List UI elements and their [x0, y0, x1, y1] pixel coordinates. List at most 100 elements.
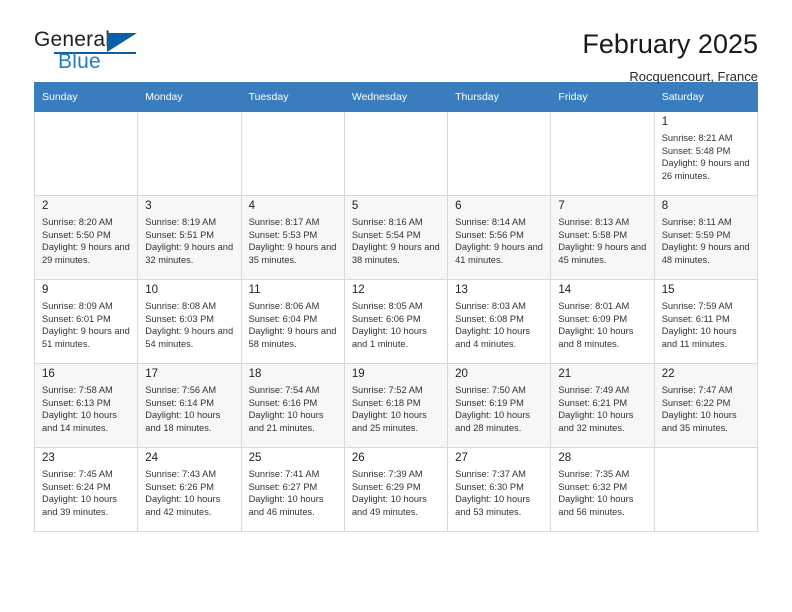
calendar-cell-content: 26 Sunrise: 7:39 AM Sunset: 6:29 PM Dayligh…: [345, 448, 447, 531]
day-number: 3: [145, 200, 152, 212]
calendar-day-cell[interactable]: 7 Sunrise: 8:13 AM Sunset: 5:58 PM Daylight…: [550, 195, 655, 280]
calendar-day-cell[interactable]: 13 Sunrise: 8:03 AM Sunset: 6:08 PM Dayligh…: [447, 279, 552, 364]
calendar-cell-content: 21 Sunrise: 7:49 AM Sunset: 6:21 PM Dayligh…: [551, 364, 653, 447]
sunset-text: Sunset: 6:04 PM: [248, 313, 318, 324]
calendar-day-cell[interactable]: 16 Sunrise: 7:58 AM Sunset: 6:13 PM Dayligh…: [33, 363, 139, 448]
day-number: 25: [248, 452, 262, 464]
day-number: 12: [351, 284, 365, 296]
sunset-text: Sunset: 6:27 PM: [248, 481, 318, 492]
daylight-text: Daylight: 10 hours and 25 minutes.: [351, 410, 427, 433]
day-number: 18: [248, 368, 262, 380]
calendar-week-row: 2 Sunrise: 8:20 AM Sunset: 5:50 PM Daylight…: [33, 195, 759, 280]
calendar-cell-content: 2 Sunrise: 8:20 AM Sunset: 5:50 PM Daylight…: [35, 196, 137, 279]
day-number: 5: [351, 200, 359, 212]
day-number: 20: [455, 368, 468, 380]
day-number: 13: [455, 284, 468, 296]
calendar-day-cell[interactable]: 2 Sunrise: 8:20 AM Sunset: 5:50 PM Daylight…: [33, 195, 139, 280]
sunrise-text: Sunrise: 8:03 AM: [455, 301, 526, 311]
calendar-day-cell[interactable]: 20 Sunrise: 7:50 AM Sunset: 6:19 PM Dayligh…: [447, 363, 552, 448]
calendar-body: 1 Sunrise: 8:21 AM Sunset: 5:48 PM Daylight…: [33, 111, 759, 532]
daylight-text: Daylight: 10 hours and 8 minutes.: [558, 326, 634, 349]
calendar-cell-content: 12 Sunrise: 8:05 AM Sunset: 6:06 PM Dayligh…: [345, 280, 447, 363]
calendar-day-cell[interactable]: 27 Sunrise: 7:37 AM Sunset: 6:30 PM Dayligh…: [447, 447, 552, 532]
sunset-text: Sunset: 6:26 PM: [145, 481, 215, 492]
calendar-cell-content: 11 Sunrise: 8:06 AM Sunset: 6:04 PM Dayligh…: [242, 280, 344, 363]
day-number: 17: [145, 368, 159, 380]
sunrise-text: Sunrise: 7:50 AM: [455, 385, 526, 395]
calendar-day-cell[interactable]: 22 Sunrise: 7:47 AM Sunset: 6:22 PM Dayligh…: [653, 363, 759, 448]
day-number: 22: [661, 368, 675, 380]
calendar-day-cell[interactable]: 5 Sunrise: 8:16 AM Sunset: 5:54 PM Daylight…: [343, 195, 449, 280]
calendar-day-cell[interactable]: 12 Sunrise: 8:05 AM Sunset: 6:06 PM Dayligh…: [343, 279, 449, 364]
sunrise-text: Sunrise: 7:49 AM: [558, 385, 630, 395]
calendar-day-cell[interactable]: 10 Sunrise: 8:08 AM Sunset: 6:03 PM Dayligh…: [137, 279, 242, 364]
daylight-text: Daylight: 10 hours and 11 minutes.: [661, 326, 737, 349]
calendar-cell-content: 8 Sunrise: 8:11 AM Sunset: 5:59 PM Daylight…: [655, 196, 757, 279]
day-number: 2: [42, 200, 49, 212]
day-sun-info: Sunrise: 7:35 AM Sunset: 6:32 PM Daylight:…: [558, 468, 647, 518]
sunrise-text: Sunrise: 7:47 AM: [661, 385, 733, 395]
calendar-cell-content: 18 Sunrise: 7:54 AM Sunset: 6:16 PM Dayligh…: [242, 364, 344, 447]
calendar-day-cell[interactable]: 21 Sunrise: 7:49 AM Sunset: 6:21 PM Dayligh…: [550, 363, 655, 448]
day-number: 1: [661, 116, 669, 128]
sunset-text: Sunset: 6:29 PM: [351, 481, 421, 492]
calendar-day-cell[interactable]: 8 Sunrise: 8:11 AM Sunset: 5:59 PM Daylight…: [653, 195, 759, 280]
calendar-day-cell[interactable]: 14 Sunrise: 8:01 AM Sunset: 6:09 PM Dayligh…: [550, 279, 655, 364]
sunset-text: Sunset: 6:32 PM: [558, 481, 628, 492]
calendar-day-cell[interactable]: 1 Sunrise: 8:21 AM Sunset: 5:48 PM Daylight…: [653, 111, 759, 196]
calendar-cell-content: [448, 112, 550, 195]
day-sun-info: Sunrise: 8:20 AM Sunset: 5:50 PM Daylight:…: [42, 216, 131, 266]
sunrise-text: Sunrise: 8:13 AM: [558, 217, 630, 227]
title-block: February 2025 Rocquencourt, France: [582, 28, 758, 83]
calendar-day-cell[interactable]: 11 Sunrise: 8:06 AM Sunset: 6:04 PM Dayligh…: [240, 279, 345, 364]
calendar-day-cell[interactable]: 3 Sunrise: 8:19 AM Sunset: 5:51 PM Daylight…: [137, 195, 242, 280]
day-sun-info: Sunrise: 7:50 AM Sunset: 6:19 PM Daylight:…: [455, 384, 544, 434]
brand-logo[interactable]: General Blue: [34, 28, 154, 80]
sunrise-text: Sunrise: 7:54 AM: [248, 385, 320, 395]
daylight-text: Daylight: 9 hours and 58 minutes.: [248, 326, 337, 349]
sunset-text: Sunset: 6:08 PM: [455, 313, 524, 324]
day-number: 15: [661, 284, 675, 296]
weekday-header-thursday: Thursday: [447, 82, 552, 112]
calendar-cell-empty: [550, 111, 655, 196]
calendar-day-cell[interactable]: 23 Sunrise: 7:45 AM Sunset: 6:24 PM Dayligh…: [33, 447, 139, 532]
sunset-text: Sunset: 5:58 PM: [558, 229, 628, 240]
sunset-text: Sunset: 6:11 PM: [661, 313, 730, 324]
sunset-text: Sunset: 5:50 PM: [42, 229, 111, 240]
calendar-day-cell[interactable]: 4 Sunrise: 8:17 AM Sunset: 5:53 PM Daylight…: [240, 195, 345, 280]
day-number: 23: [42, 452, 55, 464]
calendar-day-cell[interactable]: 6 Sunrise: 8:14 AM Sunset: 5:56 PM Daylight…: [447, 195, 552, 280]
calendar-cell-content: 25 Sunrise: 7:41 AM Sunset: 6:27 PM Dayligh…: [242, 448, 344, 531]
sunset-text: Sunset: 5:53 PM: [248, 229, 318, 240]
day-sun-info: Sunrise: 7:49 AM Sunset: 6:21 PM Daylight:…: [558, 384, 647, 434]
sunset-text: Sunset: 6:03 PM: [145, 313, 215, 324]
calendar-cell-content: 27 Sunrise: 7:37 AM Sunset: 6:30 PM Dayligh…: [448, 448, 550, 531]
sunset-text: Sunset: 5:51 PM: [145, 229, 215, 240]
sunset-text: Sunset: 5:48 PM: [661, 145, 731, 156]
calendar-day-cell[interactable]: 17 Sunrise: 7:56 AM Sunset: 6:14 PM Dayligh…: [137, 363, 242, 448]
calendar-day-cell[interactable]: 9 Sunrise: 8:09 AM Sunset: 6:01 PM Daylight…: [33, 279, 139, 364]
calendar-cell-empty: [137, 111, 242, 196]
sunrise-text: Sunrise: 7:39 AM: [351, 469, 423, 479]
sunrise-text: Sunrise: 8:14 AM: [455, 217, 526, 227]
calendar-day-cell[interactable]: 15 Sunrise: 7:59 AM Sunset: 6:11 PM Dayligh…: [653, 279, 759, 364]
daylight-text: Daylight: 10 hours and 14 minutes.: [42, 410, 117, 433]
sunrise-text: Sunrise: 7:35 AM: [558, 469, 630, 479]
day-sun-info: Sunrise: 8:11 AM Sunset: 5:59 PM Daylight:…: [662, 216, 751, 266]
day-sun-info: Sunrise: 8:13 AM Sunset: 5:58 PM Daylight:…: [558, 216, 647, 266]
calendar-day-cell[interactable]: 25 Sunrise: 7:41 AM Sunset: 6:27 PM Dayligh…: [240, 447, 345, 532]
calendar-day-cell[interactable]: 26 Sunrise: 7:39 AM Sunset: 6:29 PM Dayligh…: [343, 447, 449, 532]
sunset-text: Sunset: 6:19 PM: [455, 397, 524, 408]
calendar-day-cell[interactable]: 28 Sunrise: 7:35 AM Sunset: 6:32 PM Dayligh…: [550, 447, 655, 532]
calendar-cell-content: 10 Sunrise: 8:08 AM Sunset: 6:03 PM Dayligh…: [138, 280, 240, 363]
calendar-day-cell[interactable]: 19 Sunrise: 7:52 AM Sunset: 6:18 PM Dayligh…: [343, 363, 449, 448]
calendar-day-cell[interactable]: 18 Sunrise: 7:54 AM Sunset: 6:16 PM Dayligh…: [240, 363, 345, 448]
daylight-text: Daylight: 10 hours and 35 minutes.: [661, 410, 737, 433]
calendar-day-cell[interactable]: 24 Sunrise: 7:43 AM Sunset: 6:26 PM Dayligh…: [137, 447, 242, 532]
day-sun-info: Sunrise: 7:58 AM Sunset: 6:13 PM Daylight:…: [42, 384, 131, 434]
calendar-cell-empty: [653, 447, 759, 532]
sunrise-text: Sunrise: 7:56 AM: [145, 385, 217, 395]
day-number: 14: [558, 284, 572, 296]
sunset-text: Sunset: 6:09 PM: [558, 313, 628, 324]
daylight-text: Daylight: 9 hours and 32 minutes.: [145, 242, 234, 265]
